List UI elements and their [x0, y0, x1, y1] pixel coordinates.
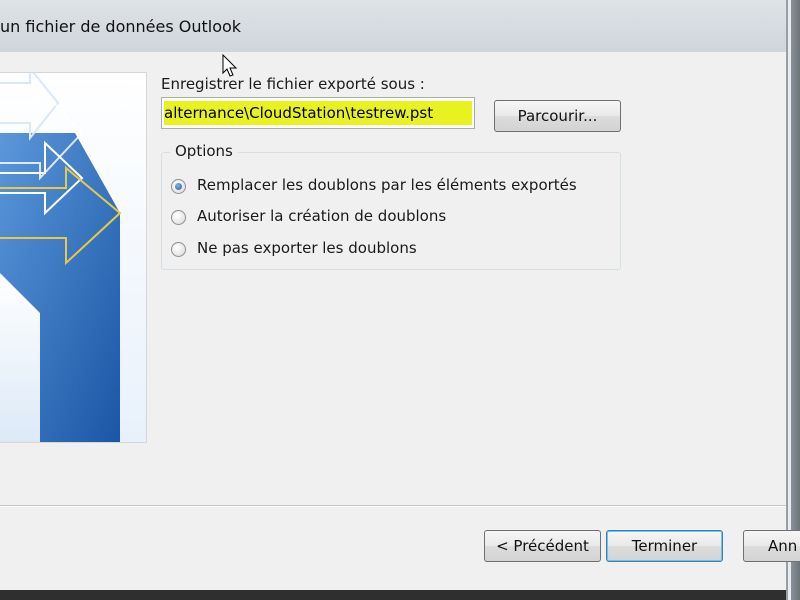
- footer-divider: [0, 505, 786, 507]
- radio-label: Ne pas exporter les doublons: [197, 239, 417, 257]
- export-path-field[interactable]: alternance\CloudStation\testrew.pst: [161, 97, 475, 129]
- title-bar[interactable]: un fichier de données Outlook: [0, 0, 786, 52]
- window-bottom-border: [0, 590, 786, 600]
- save-as-label: Enregistrer le fichier exporté sous :: [161, 75, 425, 93]
- radio-button-checked[interactable]: [171, 179, 186, 194]
- wizard-banner-image: [0, 72, 147, 443]
- radio-label: Autoriser la création de doublons: [197, 207, 447, 225]
- window-title: un fichier de données Outlook: [0, 17, 242, 36]
- window-border: [786, 0, 800, 600]
- radio-label: Remplacer les doublons par les éléments …: [197, 176, 577, 194]
- radio-button[interactable]: [171, 210, 186, 225]
- options-legend: Options: [170, 142, 238, 160]
- back-button[interactable]: < Précédent: [484, 530, 601, 562]
- export-path-value: alternance\CloudStation\testrew.pst: [164, 101, 472, 125]
- finish-button[interactable]: Terminer: [606, 530, 723, 562]
- radio-button[interactable]: [171, 242, 186, 257]
- browse-button[interactable]: Parcourir...: [494, 100, 621, 132]
- cancel-button[interactable]: Ann: [743, 530, 800, 562]
